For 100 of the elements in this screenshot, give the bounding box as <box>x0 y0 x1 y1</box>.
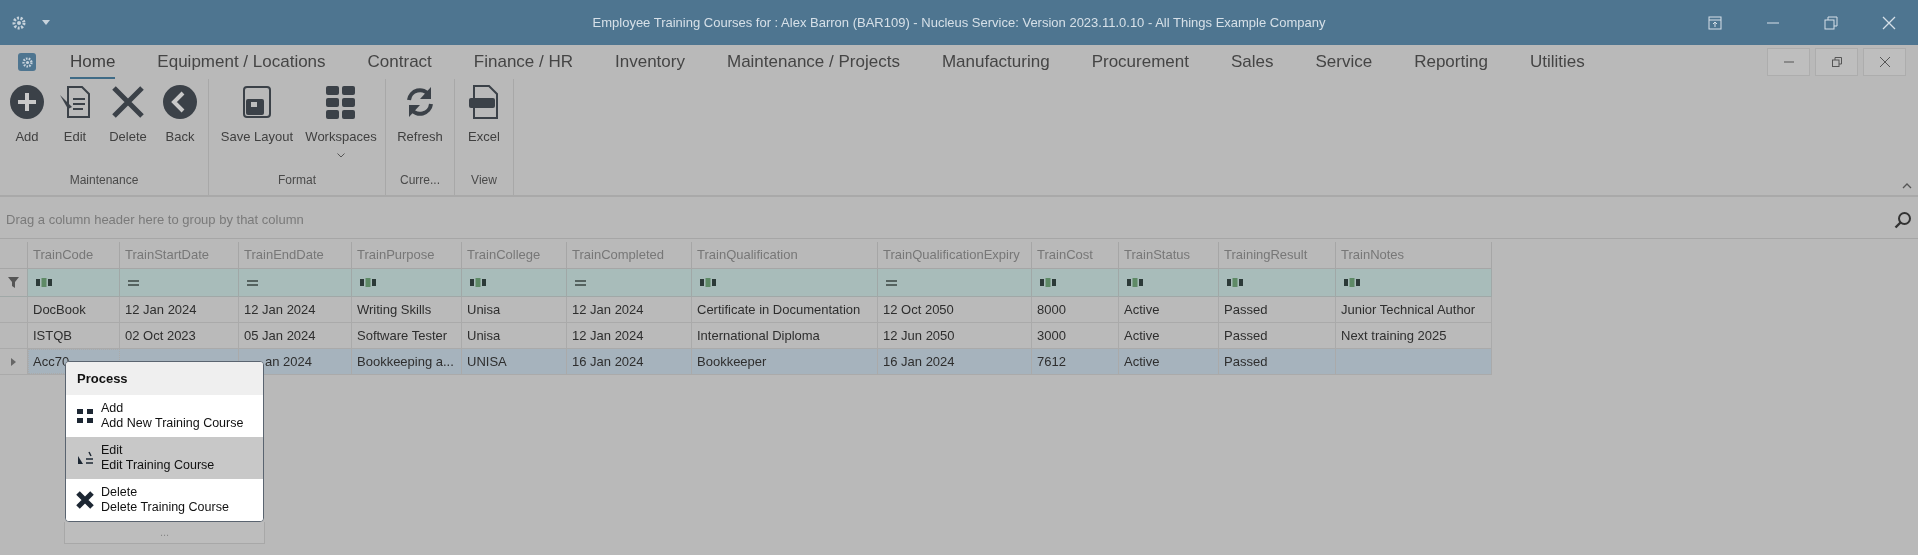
text-filter-icon <box>1040 278 1056 287</box>
restore-button[interactable] <box>1815 48 1858 76</box>
table-cell-text: 3000 <box>1037 326 1066 345</box>
app-menu-button[interactable] <box>18 53 36 71</box>
table-cell-text: Certificate in Documentation <box>697 300 861 319</box>
menu-tab[interactable]: Procurement <box>1091 45 1189 79</box>
ribbon-button[interactable]: Delete <box>100 81 156 149</box>
table-cell-text: 12 Jan 2024 <box>244 300 316 319</box>
ribbon-group-label: View <box>470 172 498 189</box>
table-cell-text: an 2024 <box>265 352 312 371</box>
layout-icon[interactable] <box>1708 15 1722 30</box>
equals-icon <box>128 279 139 286</box>
table-cell-text: Passed <box>1224 326 1268 345</box>
table-cell-text: Next training 2025 <box>1341 326 1447 345</box>
table-cell-text: Writing Skills <box>357 300 432 319</box>
ribbon-group-label: Maintenance <box>68 172 140 189</box>
ribbon-button[interactable]: Workspaces <box>301 81 381 160</box>
menu-tab[interactable]: Service <box>1315 45 1373 79</box>
menu-item-description: Delete Training Course <box>101 500 229 515</box>
table-cell-text: 8000 <box>1037 300 1066 319</box>
equals-icon <box>575 279 586 286</box>
more-label: ... <box>159 525 170 541</box>
ribbon-button[interactable]: Excel <box>459 81 509 149</box>
ribbon-button[interactable]: Add <box>4 81 50 149</box>
menu-tab[interactable]: Utilities <box>1529 45 1585 79</box>
table-cell-text: Software Tester <box>357 326 448 345</box>
menu-item-label: Delete <box>101 485 139 500</box>
table-cell-text: 12 Jan 2024 <box>125 300 197 319</box>
table-cell-text: ISTQB <box>33 326 72 345</box>
text-filter-icon <box>1227 278 1243 287</box>
menu-item-label: Add <box>101 401 125 416</box>
text-filter-icon <box>360 278 376 287</box>
menu-tab[interactable]: Home <box>70 45 116 79</box>
filter-icon[interactable] <box>8 277 19 288</box>
ribbon-button[interactable]: Edit <box>50 81 100 149</box>
ribbon-group-label: Curre... <box>399 172 441 189</box>
minimize-icon <box>1783 61 1794 63</box>
table-cell-text: Bookkeeper <box>697 352 767 371</box>
menu-tab[interactable]: Contract <box>367 45 432 79</box>
table-row[interactable]: ISTQB 02 Oct 2023 05 Jan 2024 Software Tester Unisa 12 Jan 2024 International Diploma 12 Jun 2050 3000 Active Passed Next training 2025 <box>0 323 1492 349</box>
table-cell-text: 16 Jan 2024 <box>883 352 955 371</box>
table-cell-text: Passed <box>1224 352 1268 371</box>
squares-icon <box>75 406 95 426</box>
table-cell-text: Junior Technical Author <box>1341 300 1476 319</box>
menu-tab[interactable]: Sales <box>1230 45 1274 79</box>
menu-item-description: Add New Training Course <box>101 416 244 431</box>
caret-down-icon[interactable] <box>42 20 50 25</box>
ribbon-button[interactable]: Back <box>156 81 204 149</box>
table-cell-text: 12 Oct 2050 <box>883 300 954 319</box>
menu-tab[interactable]: Manufacturing <box>941 45 1050 79</box>
gear-icon[interactable] <box>12 15 26 30</box>
context-menu-item[interactable]: Edit Edit Training Course <box>66 437 263 479</box>
window-title: Employee Training Courses for : Alex Barron (BAR109) - Nucleus Service: Version 2023.11.0.10 - All Things Example Company <box>592 13 1326 32</box>
restore-icon[interactable] <box>1824 15 1838 30</box>
table-cell-text: DocBook <box>33 300 86 319</box>
close-icon[interactable] <box>1882 15 1896 30</box>
table-cell-text: Active <box>1124 326 1160 345</box>
menu-tab[interactable]: Maintenance / Projects <box>726 45 900 79</box>
menu-tab[interactable]: Equipment / Locations <box>157 45 326 79</box>
text-filter-icon <box>36 278 52 287</box>
search-icon[interactable] <box>1894 210 1912 229</box>
menu-tab[interactable]: Inventory <box>615 45 685 79</box>
group-panel-hint: Drag a column header here to group by that column <box>6 210 304 229</box>
restore-icon <box>1831 57 1842 67</box>
menu-tab[interactable]: Finance / HR <box>473 45 574 79</box>
ribbon-group-label: Format <box>277 172 317 189</box>
table-cell-text: UNISA <box>467 352 507 371</box>
text-filter-icon <box>1344 278 1360 287</box>
table-cell-text: 12 Jun 2050 <box>883 326 955 345</box>
table-cell-text: 02 Oct 2023 <box>125 326 196 345</box>
table-cell-text: Active <box>1124 300 1160 319</box>
table-cell-text: Unisa <box>467 300 501 319</box>
equals-icon <box>886 279 897 286</box>
table-cell-text: Bookkeeping a... <box>357 352 454 371</box>
equals-icon <box>247 279 258 286</box>
text-filter-icon <box>700 278 716 287</box>
text-filter-icon <box>470 278 486 287</box>
table-row[interactable]: DocBook 12 Jan 2024 12 Jan 2024 Writing Skills Unisa 12 Jan 2024 Certificate in Documentation 12 Oct 2050 8000 Active Passed Junior Technical Author <box>0 297 1492 323</box>
close-icon <box>1879 57 1890 67</box>
back-icon <box>161 83 199 121</box>
table-cell-text: 16 Jan 2024 <box>572 352 644 371</box>
table-cell-text: 12 Jan 2024 <box>572 300 644 319</box>
menu-item-label: Edit <box>101 443 124 458</box>
table-cell-text: 12 Jan 2024 <box>572 326 644 345</box>
table-cell-text: 7612 <box>1037 352 1066 371</box>
table-cell-text: 05 Jan 2024 <box>244 326 316 345</box>
ribbon-button[interactable]: Save Layout <box>213 81 301 149</box>
table-cell-text: Passed <box>1224 300 1268 319</box>
menu-item-description: Edit Training Course <box>101 458 215 473</box>
ribbon-button[interactable]: Refresh <box>390 81 450 149</box>
table-cell-text: Unisa <box>467 326 501 345</box>
row-indicator-icon <box>11 357 16 366</box>
plus-circle-icon <box>8 83 46 121</box>
table-cell-text: International Diploma <box>697 326 820 345</box>
gear-icon <box>21 56 33 68</box>
chevron-up-icon[interactable] <box>1902 183 1912 189</box>
table-cell-text: Active <box>1124 352 1160 371</box>
menu-tab[interactable]: Reporting <box>1414 45 1488 79</box>
close-icon <box>75 490 95 510</box>
text-filter-icon <box>1127 278 1143 287</box>
